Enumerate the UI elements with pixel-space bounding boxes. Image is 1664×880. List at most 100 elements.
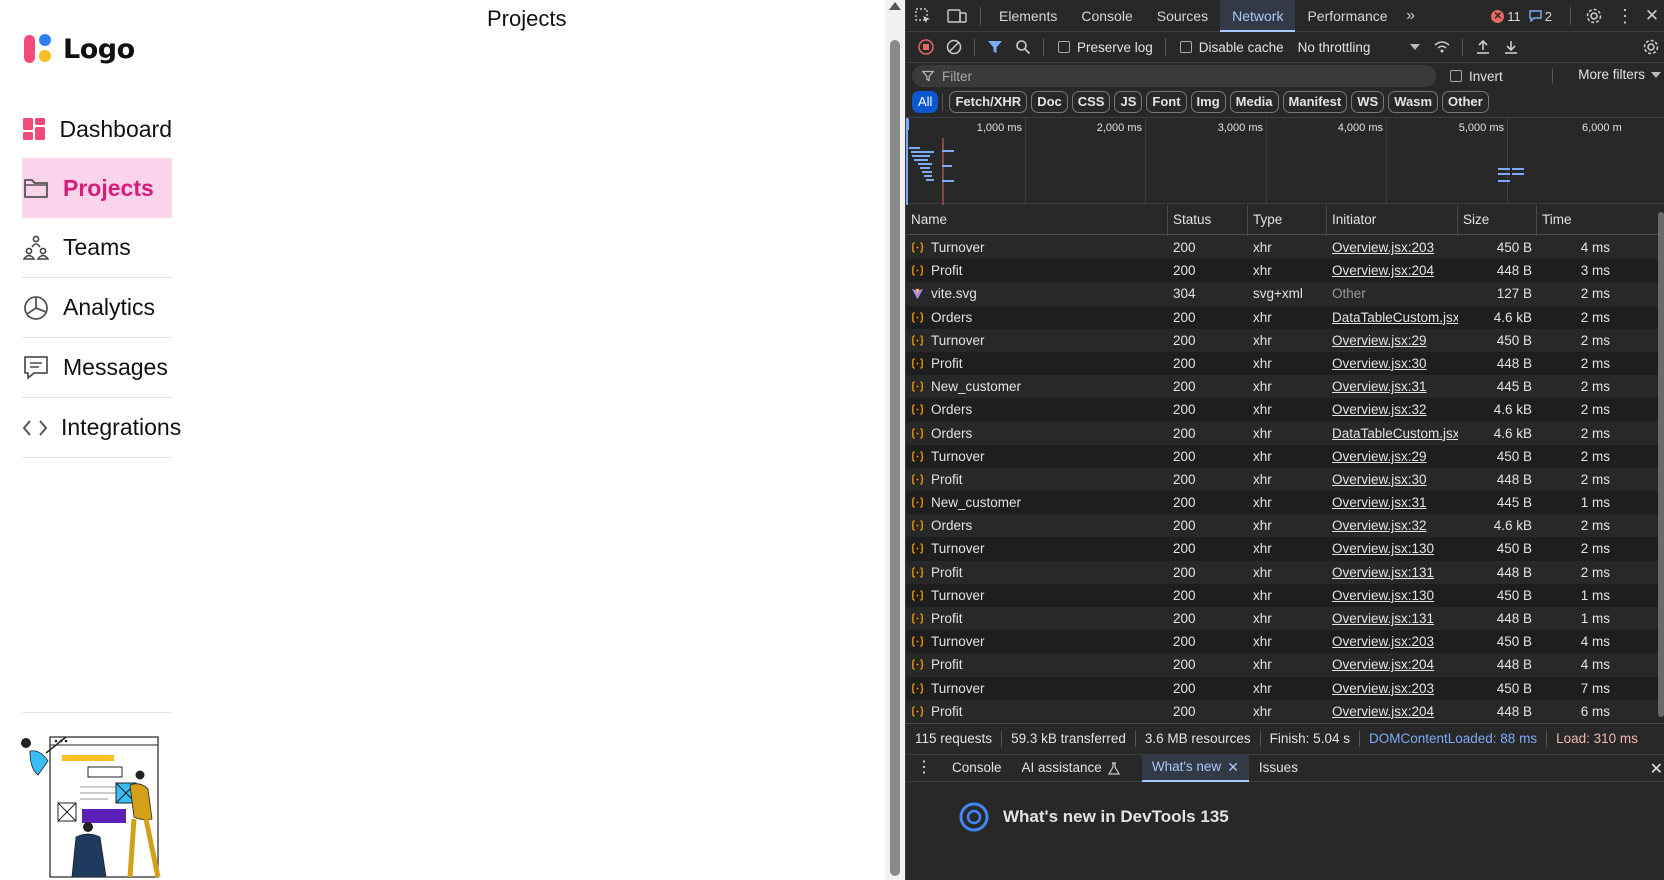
request-name-cell[interactable]: Orders <box>911 398 1163 421</box>
more-tabs-icon[interactable]: » <box>1400 0 1422 32</box>
request-name-cell[interactable]: Orders <box>911 514 1163 537</box>
column-header-status[interactable]: Status <box>1168 205 1211 235</box>
request-name-cell[interactable]: Turnover <box>911 236 1163 259</box>
error-badge[interactable]: ✕ 11 <box>1491 9 1521 24</box>
table-row[interactable]: Orders 200 xhr Overview.jsx:32 4.6 kB 2 ms <box>906 398 1664 422</box>
request-initiator[interactable]: DataTableCustom.jsx:5 <box>1332 306 1458 329</box>
request-name-cell[interactable]: Profit <box>911 700 1163 722</box>
request-name-cell[interactable]: Profit <box>911 607 1163 630</box>
sidebar-item-analytics[interactable]: Analytics <box>22 278 172 338</box>
request-initiator[interactable]: Overview.jsx:130 <box>1332 584 1458 607</box>
type-filter-all[interactable]: All <box>912 91 939 113</box>
sidebar-item-dashboard[interactable]: Dashboard <box>22 100 172 158</box>
request-initiator[interactable]: Overview.jsx:203 <box>1332 236 1458 259</box>
table-row[interactable]: Turnover 200 xhr Overview.jsx:29 450 B 2 ms <box>906 444 1664 468</box>
table-row[interactable]: New_customer 200 xhr Overview.jsx:31 445 B 1 … <box>906 491 1664 515</box>
table-row[interactable]: Profit 200 xhr Overview.jsx:131 448 B 2 ms <box>906 560 1664 584</box>
table-row[interactable]: Orders 200 xhr DataTableCustom.jsx:5 4.6 kB 2… <box>906 421 1664 445</box>
table-row[interactable]: Orders 200 xhr Overview.jsx:32 4.6 kB 2 ms <box>906 514 1664 538</box>
tab-sources[interactable]: Sources <box>1145 0 1220 32</box>
type-filter-img[interactable]: Img <box>1190 91 1226 113</box>
tab-network[interactable]: Network <box>1220 0 1296 32</box>
more-filters-dropdown[interactable]: More filters <box>1578 67 1661 82</box>
request-initiator[interactable]: Overview.jsx:131 <box>1332 561 1458 584</box>
request-initiator[interactable]: Overview.jsx:204 <box>1332 700 1458 722</box>
disable-cache-checkbox[interactable]: Disable cache <box>1179 40 1284 55</box>
request-initiator[interactable]: Overview.jsx:31 <box>1332 375 1458 398</box>
type-filter-font[interactable]: Font <box>1146 91 1187 113</box>
request-name-cell[interactable]: Profit <box>911 352 1163 375</box>
request-initiator[interactable]: Overview.jsx:29 <box>1332 445 1458 468</box>
sidebar-item-teams[interactable]: Teams <box>22 218 172 278</box>
table-row[interactable]: Profit 200 xhr Overview.jsx:204 448 B 6 ms <box>906 699 1664 722</box>
table-row[interactable]: Profit 200 xhr Overview.jsx:204 448 B 3 ms <box>906 259 1664 283</box>
request-initiator[interactable]: Overview.jsx:32 <box>1332 398 1458 421</box>
sidebar-item-projects[interactable]: Projects <box>22 158 172 218</box>
request-initiator[interactable]: Overview.jsx:31 <box>1332 491 1458 514</box>
request-name-cell[interactable]: New_customer <box>911 491 1163 514</box>
request-name-cell[interactable]: Turnover <box>911 584 1163 607</box>
inspect-element-icon[interactable] <box>906 0 940 32</box>
settings-gear-icon[interactable] <box>1577 0 1611 32</box>
search-icon[interactable] <box>1009 33 1037 61</box>
type-filter-other[interactable]: Other <box>1442 91 1489 113</box>
column-header-size[interactable]: Size <box>1458 205 1489 235</box>
tab-performance[interactable]: Performance <box>1295 0 1399 32</box>
table-row[interactable]: Profit 200 xhr Overview.jsx:30 448 B 2 ms <box>906 351 1664 376</box>
type-filter-js[interactable]: JS <box>1114 91 1143 113</box>
request-name-cell[interactable]: Profit <box>911 468 1163 491</box>
request-name-cell[interactable]: Turnover <box>911 630 1163 653</box>
request-name-cell[interactable]: Orders <box>911 422 1163 445</box>
column-header-type[interactable]: Type <box>1248 205 1282 235</box>
request-initiator[interactable]: Overview.jsx:203 <box>1332 677 1458 700</box>
request-initiator[interactable]: Overview.jsx:29 <box>1332 329 1458 352</box>
request-initiator[interactable]: Overview.jsx:130 <box>1332 537 1458 560</box>
preserve-log-checkbox[interactable]: Preserve log <box>1058 40 1153 55</box>
filter-input[interactable]: Filter <box>912 65 1436 87</box>
column-header-initiator[interactable]: Initiator <box>1327 205 1376 235</box>
type-filter-doc[interactable]: Doc <box>1031 91 1068 113</box>
type-filter-ws[interactable]: WS <box>1351 91 1385 113</box>
table-row[interactable]: Profit 200 xhr Overview.jsx:204 448 B 4 ms <box>906 653 1664 677</box>
drawer-tab-ai-assistance[interactable]: AI assistance <box>1012 754 1130 782</box>
request-initiator[interactable]: Overview.jsx:32 <box>1332 514 1458 537</box>
scroll-up-arrow-icon[interactable] <box>889 2 901 10</box>
request-initiator[interactable]: Overview.jsx:30 <box>1332 352 1458 375</box>
filter-funnel-icon[interactable] <box>981 33 1009 61</box>
table-row[interactable]: Turnover 200 xhr Overview.jsx:130 450 B 1 ms <box>906 583 1664 607</box>
request-initiator[interactable]: Overview.jsx:30 <box>1332 468 1458 491</box>
request-name-cell[interactable]: Profit <box>911 653 1163 676</box>
export-har-icon[interactable] <box>1497 33 1525 61</box>
request-name-cell[interactable]: vite.svg <box>911 282 1163 305</box>
request-name-cell[interactable]: Turnover <box>911 677 1163 700</box>
table-row[interactable]: vite.svg 304 svg+xml Other 127 B 2 ms <box>906 282 1664 306</box>
table-row[interactable]: Turnover 200 xhr Overview.jsx:29 450 B 2 ms <box>906 328 1664 352</box>
request-name-cell[interactable]: Profit <box>911 561 1163 584</box>
clear-icon[interactable] <box>940 33 968 61</box>
table-row[interactable]: Orders 200 xhr DataTableCustom.jsx:5 4.6 kB 2… <box>906 305 1664 329</box>
tab-console[interactable]: Console <box>1069 0 1144 32</box>
sidebar-item-messages[interactable]: Messages <box>22 338 172 398</box>
table-row[interactable]: Turnover 200 xhr Overview.jsx:203 450 B 4 ms <box>906 630 1664 654</box>
request-initiator[interactable]: DataTableCustom.jsx:5 <box>1332 422 1458 445</box>
message-badge[interactable]: 2 <box>1529 9 1552 24</box>
type-filter-css[interactable]: CSS <box>1071 91 1111 113</box>
drawer-tab-whats-new[interactable]: What's new ✕ <box>1141 754 1249 782</box>
network-conditions-icon[interactable] <box>1428 33 1456 61</box>
request-name-cell[interactable]: Turnover <box>911 329 1163 352</box>
table-row[interactable]: New_customer 200 xhr Overview.jsx:31 445 B 2 … <box>906 375 1664 399</box>
type-filter-fetch-xhr[interactable]: Fetch/XHR <box>949 91 1028 113</box>
type-filter-media[interactable]: Media <box>1229 91 1279 113</box>
table-row[interactable]: Turnover 200 xhr Overview.jsx:203 450 B 4 ms <box>906 236 1664 260</box>
network-settings-gear-icon[interactable] <box>1637 33 1664 61</box>
request-initiator[interactable]: Overview.jsx:204 <box>1332 653 1458 676</box>
request-name-cell[interactable]: Orders <box>911 306 1163 329</box>
record-stop-icon[interactable] <box>912 33 940 61</box>
close-drawer-icon[interactable]: ✕ <box>1650 759 1663 779</box>
table-row[interactable]: Profit 200 xhr Overview.jsx:30 448 B 2 ms <box>906 467 1664 492</box>
device-toolbar-icon[interactable] <box>940 0 974 32</box>
table-row[interactable]: Turnover 200 xhr Overview.jsx:130 450 B 2 ms <box>906 537 1664 561</box>
table-row[interactable]: Turnover 200 xhr Overview.jsx:203 450 B 7 ms <box>906 676 1664 700</box>
type-filter-manifest[interactable]: Manifest <box>1282 91 1348 113</box>
column-header-time[interactable]: Time <box>1537 205 1572 235</box>
